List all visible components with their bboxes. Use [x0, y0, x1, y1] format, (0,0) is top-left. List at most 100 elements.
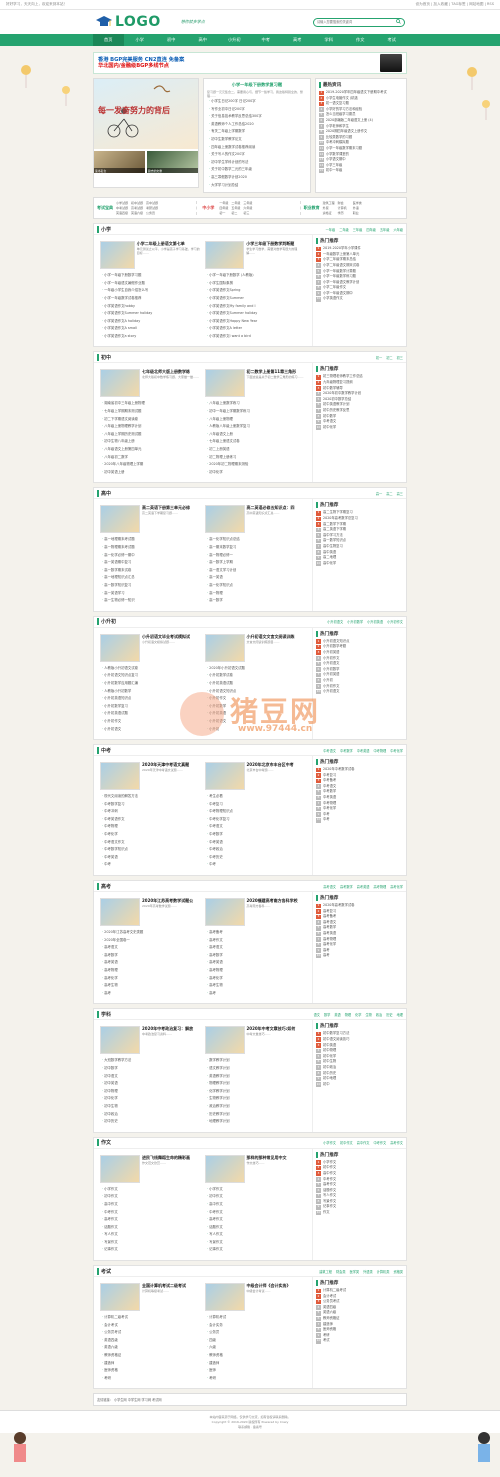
logo[interactable]: LOGO 想你就多学点: [95, 14, 205, 30]
hot-item[interactable]: 10 高中化学: [316, 561, 403, 567]
headline-item[interactable]: · 初中学生学科计划的写法: [207, 159, 307, 167]
feature-item[interactable]: 那样的那种常见用中文 作文技巧……: [204, 1154, 307, 1183]
section-subtab[interactable]: 初三: [397, 355, 403, 360]
article-item[interactable]: · 中考数学知识点: [100, 846, 201, 854]
headline-item[interactable]: · 初中生数学教学论文: [207, 136, 307, 144]
article-item[interactable]: · 会计考试: [100, 1322, 201, 1330]
article-item[interactable]: · 数学教学计划: [205, 1057, 306, 1065]
article-item[interactable]: · 政治教学计划: [205, 1103, 306, 1111]
category-link[interactable]: 建筑工程: [323, 201, 335, 205]
section-subtab[interactable]: 建筑工程: [319, 1269, 332, 1274]
article-item[interactable]: · 教师资格: [205, 1352, 306, 1360]
feature-title[interactable]: 进民飞线舞蹈生命的精彩画: [142, 1155, 190, 1161]
feature-thumbnail[interactable]: [100, 1283, 140, 1312]
article-item[interactable]: · 中考历史: [205, 854, 306, 862]
article-item[interactable]: · 考研: [205, 1375, 306, 1383]
nav-item-1[interactable]: 小学: [124, 37, 156, 43]
article-item[interactable]: · 小学英语作文A holiday: [100, 318, 201, 326]
feature-item[interactable]: 小升初语文文言文阅读训练 文言文阅读训练题目……: [204, 633, 307, 662]
section-subtab[interactable]: 物理: [345, 1012, 351, 1017]
section-subtab[interactable]: 地理: [397, 1012, 403, 1017]
article-item[interactable]: · 现代文阅读的解答方法: [100, 793, 201, 801]
feature-thumbnail[interactable]: [100, 505, 140, 534]
article-item[interactable]: · 高一化学知识点: [205, 582, 306, 590]
article-item[interactable]: · 高一语文学习计划: [205, 567, 306, 575]
section-subtab[interactable]: 高二: [386, 491, 392, 496]
headline-item[interactable]: · 关于初中数学二元的三年级: [207, 166, 307, 174]
article-item[interactable]: · 小学生国际象棋: [205, 280, 306, 288]
article-item[interactable]: · 初中化学: [100, 1095, 201, 1103]
section-subtab[interactable]: 小学作文: [323, 1140, 336, 1145]
article-item[interactable]: · 小学英语作文Spring: [205, 287, 306, 295]
hot-item[interactable]: 10 初中: [316, 1082, 403, 1088]
section-subtab[interactable]: 初一: [376, 355, 382, 360]
category-link[interactable]: 初二: [231, 211, 240, 215]
article-item[interactable]: · 中考英语: [100, 854, 201, 862]
article-item[interactable]: · 中考政治: [205, 846, 306, 854]
hot-item[interactable]: 10 作文: [316, 1210, 403, 1216]
article-item[interactable]: · 小学英语作文Summer holiday: [100, 310, 201, 318]
article-item[interactable]: · 高考语文: [205, 944, 306, 952]
nav-item-0[interactable]: 首页: [92, 34, 124, 46]
article-item[interactable]: · 高考: [205, 990, 306, 998]
section-title[interactable]: 小升初: [97, 618, 116, 626]
section-subtab[interactable]: 中考化学: [390, 748, 403, 753]
section-subtab[interactable]: 计算机类: [377, 1269, 390, 1274]
article-item[interactable]: · 一年级小学生自我介绍怎么写: [100, 287, 201, 295]
article-item[interactable]: · 初二物理上册练习: [205, 454, 306, 462]
article-item[interactable]: · 中考物理: [100, 823, 201, 831]
feature-thumbnail[interactable]: [204, 505, 245, 534]
article-item[interactable]: · 初中英语上册: [100, 469, 201, 477]
article-item[interactable]: · 高一生物必修一知识: [100, 597, 201, 605]
feature-item[interactable]: 2020年江苏高考数学试题公 2020年高考数学试题……: [100, 898, 202, 927]
article-item[interactable]: · 高一化学知识点总结: [205, 536, 306, 544]
article-item[interactable]: · 小学英语作文hobby: [100, 303, 201, 311]
article-item[interactable]: · 高考英语: [205, 959, 306, 967]
feature-title[interactable]: 小升初语文文言文阅读训练: [247, 634, 295, 640]
article-item[interactable]: · 小升初作文: [100, 718, 201, 726]
feature-thumbnail[interactable]: [204, 633, 245, 662]
section-subtab[interactable]: 高三: [397, 491, 403, 496]
article-item[interactable]: · 生物教学计划: [205, 1095, 306, 1103]
article-item[interactable]: · 公务员: [205, 1329, 306, 1337]
latest-item[interactable]: 15 初中一年级: [318, 168, 403, 174]
category-link[interactable]: 中考试题: [116, 206, 128, 210]
section-subtab[interactable]: 语文: [314, 1012, 320, 1017]
article-item[interactable]: · 高考物理: [100, 967, 201, 975]
article-item[interactable]: · 高一数学: [205, 597, 306, 605]
section-subtab[interactable]: 中考英语: [357, 748, 370, 753]
headline-item[interactable]: · 大学学习计划总结: [207, 182, 307, 190]
category-link[interactable]: 财会: [338, 201, 350, 205]
article-item[interactable]: · 记事作文: [100, 1246, 201, 1254]
category-link[interactable]: 二年级: [231, 201, 240, 205]
section-subtab[interactable]: 初中作文: [340, 1140, 353, 1145]
article-item[interactable]: · 小升初语文知识点: [205, 688, 306, 696]
article-item[interactable]: · 初中物理: [100, 1088, 201, 1096]
article-item[interactable]: · 小升初英语试题: [100, 710, 201, 718]
article-item[interactable]: · 小学作文: [205, 1186, 306, 1194]
article-item[interactable]: · 小学英语作文Summer: [205, 295, 306, 303]
article-item[interactable]: · 建造师: [205, 1360, 306, 1368]
article-item[interactable]: · 小升初语文知识点复习: [100, 672, 201, 680]
section-subtab[interactable]: 高中作文: [357, 1140, 370, 1145]
section-subtab[interactable]: 高考英语: [357, 884, 370, 889]
article-item[interactable]: · 语文教学计划: [205, 1065, 306, 1073]
article-item[interactable]: · 高考生物: [205, 982, 306, 990]
section-title[interactable]: 小学: [97, 225, 111, 233]
article-item[interactable]: · 化学教学计划: [205, 1088, 306, 1096]
article-item[interactable]: · 初中语文: [100, 1073, 201, 1081]
article-item[interactable]: · 中考数学: [205, 831, 306, 839]
article-item[interactable]: · 写人作文: [100, 1231, 201, 1239]
article-item[interactable]: · 中考物理知识点: [205, 808, 306, 816]
top-links[interactable]: 设为首页 | 加入收藏 | TAG标签 | 网站地图 | RSS: [416, 2, 494, 7]
article-item[interactable]: · 教师资格证: [100, 1352, 201, 1360]
section-subtab[interactable]: 四年级: [366, 227, 376, 232]
article-item[interactable]: · 医师: [205, 1367, 306, 1375]
hot-item[interactable]: 10 考试: [316, 1338, 403, 1344]
image-slider[interactable]: 每一发奋努力的背后 读书名言 励志的文章: [93, 78, 199, 188]
article-item[interactable]: · 人教版八年级上册数学复习: [205, 423, 306, 431]
section-subtab[interactable]: 财会类: [336, 1269, 346, 1274]
article-item[interactable]: · 人教版小升初数学: [100, 688, 201, 696]
article-item[interactable]: · 中考: [100, 861, 201, 869]
category-link[interactable]: 初三: [243, 211, 252, 215]
